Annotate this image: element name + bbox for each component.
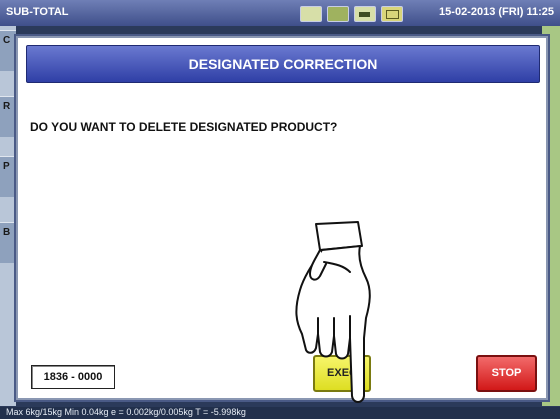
- side-tab-r[interactable]: R: [0, 96, 16, 137]
- exec-button[interactable]: EXEC: [313, 355, 371, 392]
- battery-icon: [354, 6, 376, 22]
- side-tab-p[interactable]: P: [0, 156, 16, 197]
- exec-button-label: EXEC: [327, 367, 357, 379]
- side-tab-b[interactable]: B: [0, 222, 16, 263]
- dialog-title: DESIGNATED CORRECTION: [188, 56, 378, 72]
- printer-icon: [300, 6, 322, 22]
- datetime: 15-02-2013 (FRI) 11:25: [439, 6, 554, 18]
- confirm-dialog: DESIGNATED CORRECTION DO YOU WANT TO DEL…: [16, 36, 548, 403]
- dialog-header: DESIGNATED CORRECTION: [26, 45, 540, 83]
- stop-button-label: STOP: [491, 367, 522, 379]
- scale-icon: [327, 6, 349, 22]
- product-code: 1836 - 0000: [43, 371, 103, 383]
- dialog-question: DO YOU WANT TO DELETE DESIGNATED PRODUCT…: [30, 120, 338, 134]
- top-bar: SUB-TOTAL 15-02-2013 (FRI) 11:25: [0, 0, 560, 26]
- stop-button[interactable]: STOP: [476, 355, 537, 392]
- scale-info: Max 6kg/15kg Min 0.04kg e = 0.002kg/0.00…: [6, 407, 246, 417]
- connection-icon: [381, 6, 403, 22]
- side-tab-c[interactable]: C: [0, 30, 16, 71]
- product-code-field: 1836 - 0000: [31, 365, 115, 389]
- status-bar: Max 6kg/15kg Min 0.04kg e = 0.002kg/0.00…: [0, 407, 560, 419]
- side-panel-left: C R P B: [0, 26, 16, 406]
- screen-title: SUB-TOTAL: [6, 6, 69, 18]
